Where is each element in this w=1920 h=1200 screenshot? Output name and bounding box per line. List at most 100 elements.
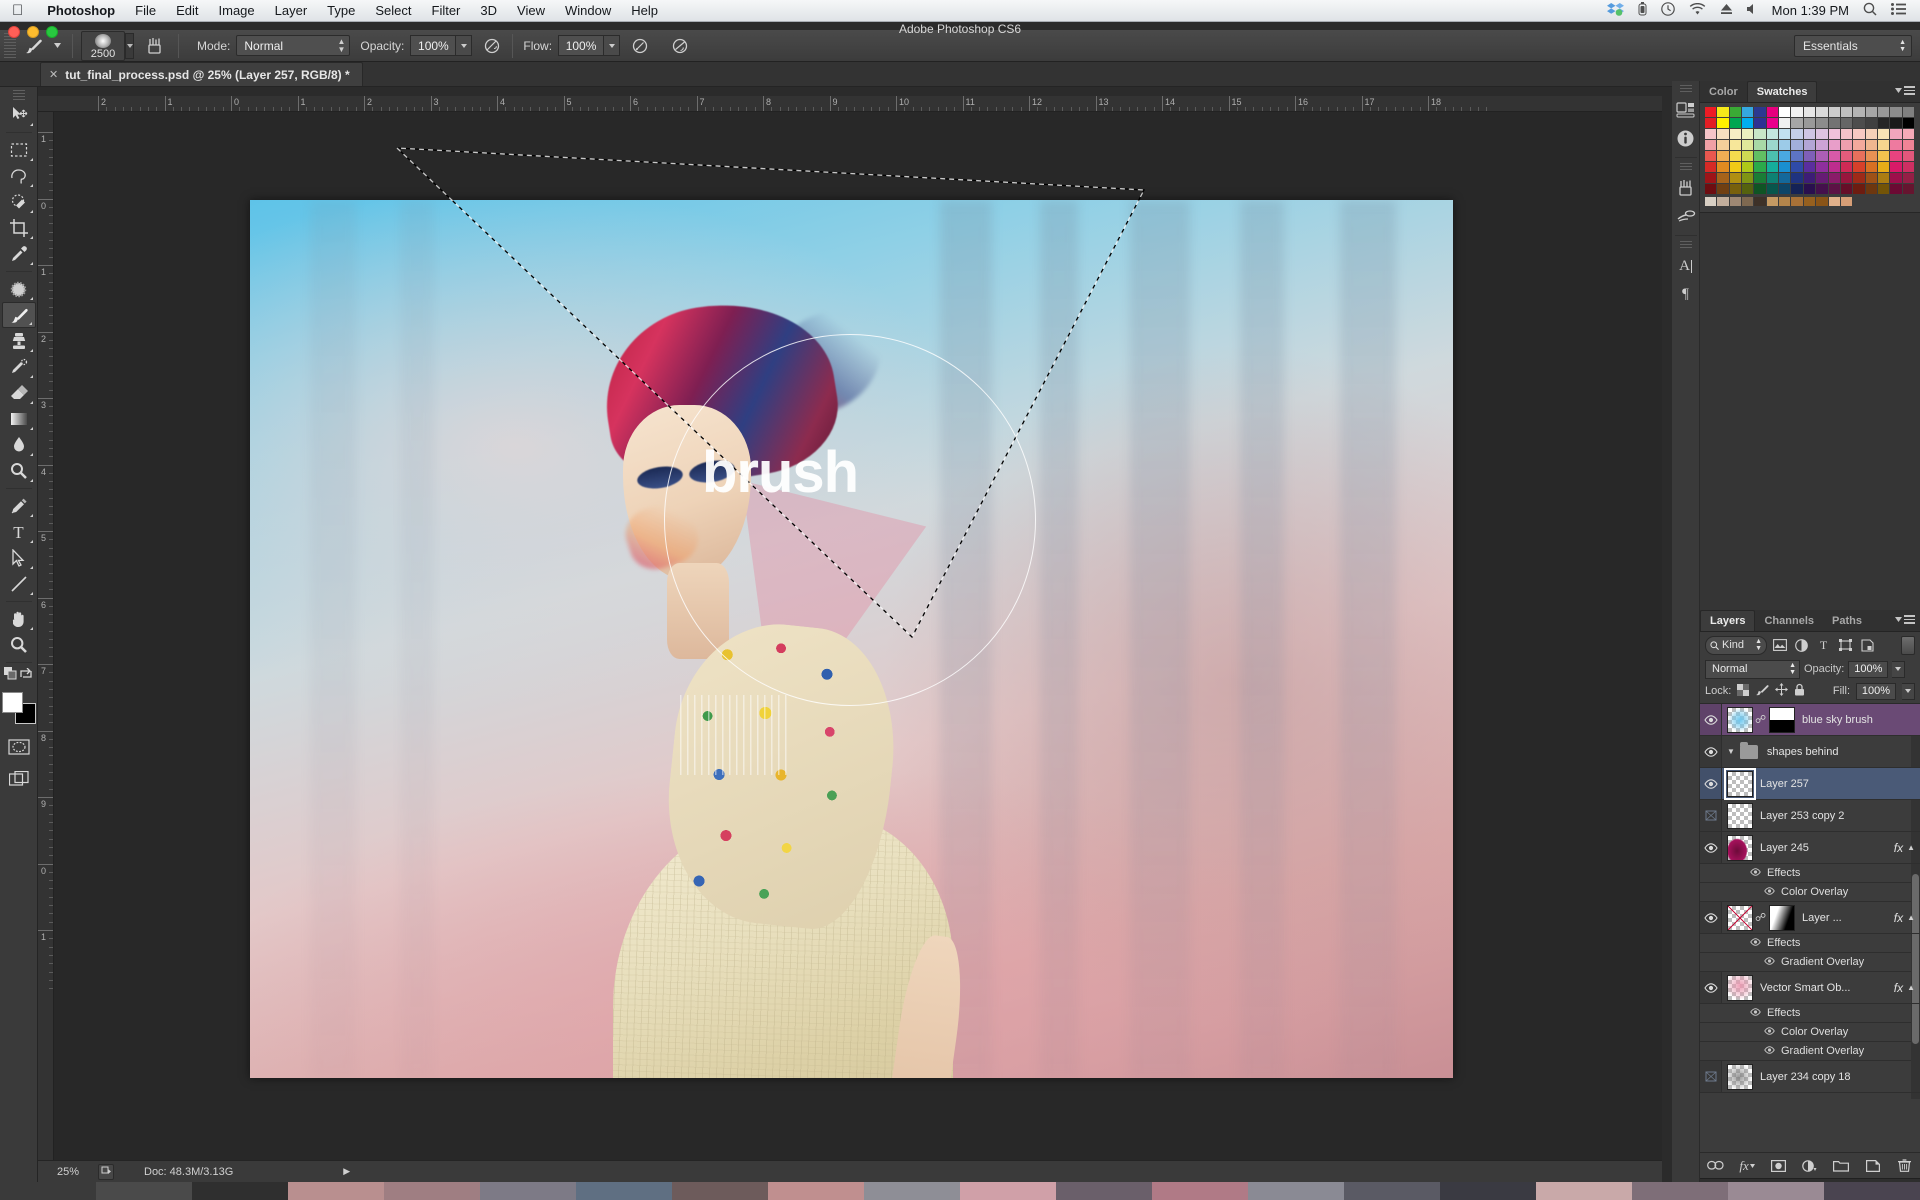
layer-fill-chevron-down-icon[interactable] bbox=[1902, 682, 1915, 700]
layer-effects-fx-icon[interactable]: fx bbox=[1894, 911, 1903, 925]
color-swatch[interactable] bbox=[1742, 107, 1755, 118]
color-swatch[interactable] bbox=[1717, 197, 1730, 206]
color-swatch[interactable] bbox=[1902, 151, 1915, 162]
swap-colors-icon[interactable] bbox=[19, 667, 33, 686]
color-swatch[interactable] bbox=[1890, 162, 1903, 173]
color-swatch[interactable] bbox=[1816, 140, 1829, 151]
document-tab[interactable]: ✕ tut_final_process.psd @ 25% (Layer 257… bbox=[40, 62, 363, 86]
layer-row[interactable]: Layer 253 copy 2 bbox=[1700, 800, 1920, 832]
blur-tool[interactable] bbox=[2, 432, 36, 458]
color-swatch[interactable] bbox=[1840, 162, 1854, 173]
menu-item-help[interactable]: Help bbox=[621, 3, 668, 18]
color-swatch[interactable] bbox=[1754, 173, 1767, 184]
new-layer-icon[interactable] bbox=[1862, 1156, 1884, 1176]
color-swatch[interactable] bbox=[1828, 184, 1841, 195]
color-swatch[interactable] bbox=[1742, 184, 1755, 195]
layer-list-scrollbar-thumb[interactable] bbox=[1912, 874, 1919, 1044]
color-swatch[interactable] bbox=[1828, 197, 1841, 206]
menu-item-window[interactable]: Window bbox=[555, 3, 621, 18]
color-swatch[interactable] bbox=[1853, 129, 1866, 140]
pixel-filter-icon[interactable] bbox=[1770, 636, 1789, 655]
layer-mask-thumbnail[interactable] bbox=[1769, 904, 1795, 931]
zoom-window-button[interactable] bbox=[46, 26, 58, 38]
path-selection-tool[interactable] bbox=[2, 545, 36, 571]
wifi-icon[interactable] bbox=[1689, 2, 1706, 19]
color-swatch[interactable] bbox=[1877, 107, 1891, 118]
color-swatch[interactable] bbox=[1766, 140, 1780, 151]
horizontal-ruler[interactable]: 2 1 0 1 2 3 4 5 6 7 8 9 10 11 12 13 14 15 16 17 18 bbox=[38, 96, 1662, 112]
tools-panel-grip[interactable] bbox=[12, 90, 25, 100]
color-swatch[interactable] bbox=[1865, 173, 1878, 184]
layer-thumbnail[interactable] bbox=[1724, 767, 1756, 800]
menu-item-type[interactable]: Type bbox=[317, 3, 365, 18]
brush-preset-picker-arrow[interactable] bbox=[125, 32, 134, 59]
dock-app-icon[interactable] bbox=[288, 1182, 384, 1200]
color-swatch[interactable] bbox=[1791, 151, 1804, 162]
effect-visibility-eye-icon[interactable] bbox=[1750, 938, 1761, 948]
panel-menu-icon[interactable] bbox=[1895, 615, 1915, 624]
color-swatch[interactable] bbox=[1902, 140, 1915, 151]
flow-chevron-down-icon[interactable] bbox=[604, 35, 621, 56]
menu-item-layer[interactable]: Layer bbox=[265, 3, 318, 18]
color-swatch[interactable] bbox=[1840, 173, 1854, 184]
color-swatch[interactable] bbox=[1717, 151, 1730, 162]
notification-center-icon[interactable] bbox=[1891, 3, 1906, 18]
layer-name[interactable]: Layer 234 copy 18 bbox=[1760, 1071, 1920, 1083]
flow-field-group[interactable]: 100% bbox=[558, 35, 621, 56]
layer-effects-collapse-icon[interactable]: ▲ bbox=[1907, 913, 1915, 922]
layer-name[interactable]: Layer 253 copy 2 bbox=[1760, 810, 1920, 822]
tab-paths[interactable]: Paths bbox=[1823, 610, 1871, 631]
tab-layers[interactable]: Layers bbox=[1700, 610, 1756, 631]
spot-healing-brush-tool[interactable] bbox=[2, 276, 36, 302]
color-swatch[interactable] bbox=[1779, 118, 1792, 129]
brush-panel-icon[interactable] bbox=[140, 34, 170, 58]
menu-item-photoshop[interactable]: Photoshop bbox=[37, 3, 125, 18]
color-swatch[interactable] bbox=[1853, 151, 1866, 162]
color-swatch[interactable] bbox=[1902, 184, 1915, 195]
color-swatch[interactable] bbox=[1803, 107, 1817, 118]
effect-visibility-eye-icon[interactable] bbox=[1764, 1027, 1775, 1037]
color-swatch[interactable] bbox=[1816, 197, 1829, 206]
volume-icon[interactable] bbox=[1746, 3, 1758, 18]
color-swatch[interactable] bbox=[1754, 129, 1767, 140]
color-swatch[interactable] bbox=[1865, 107, 1878, 118]
color-swatch[interactable] bbox=[1729, 151, 1743, 162]
color-swatch[interactable] bbox=[1791, 197, 1804, 206]
layer-opacity-value[interactable]: 100% bbox=[1848, 660, 1889, 678]
color-swatch[interactable] bbox=[1865, 184, 1878, 195]
color-swatch[interactable] bbox=[1853, 118, 1866, 129]
effect-visibility-eye-icon[interactable] bbox=[1764, 1046, 1775, 1056]
eject-icon[interactable] bbox=[1720, 3, 1733, 18]
effect-visibility-eye-icon[interactable] bbox=[1764, 887, 1775, 897]
dock-app-icon[interactable] bbox=[1632, 1182, 1728, 1200]
blend-mode-select[interactable]: Normal ▲ ▼ bbox=[236, 35, 351, 56]
dock-app-icon[interactable] bbox=[960, 1182, 1056, 1200]
dock-app-icon[interactable] bbox=[768, 1182, 864, 1200]
color-swatch[interactable] bbox=[1853, 140, 1866, 151]
link-layers-icon[interactable] bbox=[1705, 1156, 1727, 1176]
color-swatch[interactable] bbox=[1766, 173, 1780, 184]
eyedropper-tool[interactable] bbox=[2, 241, 36, 267]
layer-mask-link-icon[interactable]: ☍ bbox=[1755, 911, 1766, 924]
zoom-level[interactable]: 25% bbox=[38, 1166, 98, 1178]
color-swatch[interactable] bbox=[1742, 129, 1755, 140]
dock-collapse-grip-2[interactable] bbox=[1679, 163, 1692, 171]
color-swatch[interactable] bbox=[1865, 129, 1878, 140]
color-swatch[interactable] bbox=[1816, 184, 1829, 195]
brush-tool[interactable] bbox=[1, 302, 36, 328]
layer-thumbnail[interactable] bbox=[1727, 974, 1753, 1001]
layer-thumbnail[interactable] bbox=[1727, 904, 1753, 931]
color-swatch[interactable] bbox=[1717, 140, 1730, 151]
effect-visibility-eye-icon[interactable] bbox=[1764, 957, 1775, 967]
lock-all-icon[interactable] bbox=[1794, 683, 1805, 699]
color-swatch[interactable] bbox=[1902, 197, 1915, 206]
color-swatch[interactable] bbox=[1865, 162, 1878, 173]
layer-effect-row[interactable]: Color Overlay bbox=[1700, 1023, 1920, 1042]
history-brush-tool[interactable] bbox=[2, 354, 36, 380]
color-swatch[interactable] bbox=[1779, 140, 1792, 151]
color-swatch[interactable] bbox=[1816, 129, 1829, 140]
color-swatch[interactable] bbox=[1705, 107, 1718, 118]
layer-opacity-chevron-down-icon[interactable] bbox=[1892, 660, 1906, 678]
color-swatch[interactable] bbox=[1791, 140, 1804, 151]
color-swatch[interactable] bbox=[1754, 107, 1767, 118]
